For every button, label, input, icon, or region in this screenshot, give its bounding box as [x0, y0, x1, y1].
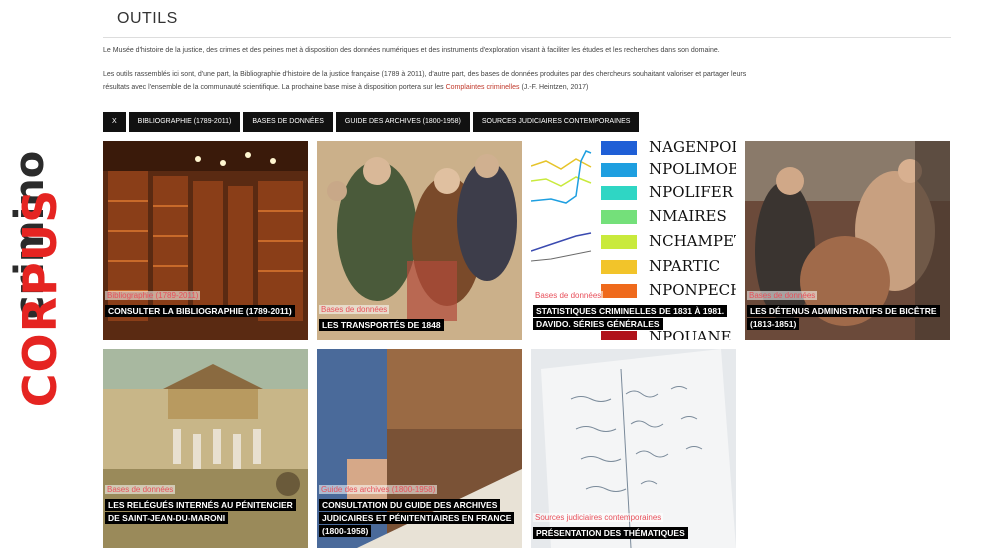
intro-paragraph-2: Les outils rassemblés ici sont, d'une pa…	[103, 68, 951, 94]
filter-sources-button[interactable]: SOURCES JUDICIAIRES CONTEMPORAINES	[472, 112, 640, 132]
tool-card-guide[interactable]: Guide des archives (1800-1958) CONSULTAT…	[317, 349, 522, 548]
filter-bases-button[interactable]: BASES DE DONNÉES	[243, 112, 333, 132]
legend-row: NCHAMPET	[601, 232, 736, 251]
card-category: Bases de données	[747, 291, 818, 300]
legend-label: NCHAMPET	[649, 232, 736, 250]
legend-swatch	[601, 210, 637, 224]
legend-label: NMAIRES	[649, 207, 727, 225]
intro-text-1: Le Musée d'histoire de la justice, des c…	[103, 47, 720, 54]
legend-row: NAGENPOL	[601, 141, 736, 157]
legend-label: NPARTIC	[649, 257, 721, 275]
card-title: LES RELÉGUÉS INTERNÉS AU PÉNITENCIER DE …	[105, 499, 300, 525]
legend-swatch	[601, 331, 637, 340]
card-title: CONSULTATION DU GUIDE DES ARCHIVES JUDIC…	[319, 499, 515, 538]
legend-swatch	[601, 284, 637, 298]
card-title: STATISTIQUES CRIMINELLES DE 1831 À 1981.…	[533, 305, 728, 331]
legend-label: NPOLIFER	[649, 183, 734, 201]
legend-row: NMAIRES	[601, 207, 736, 226]
legend-row: NPOLIFER	[601, 183, 736, 202]
filter-guide-button[interactable]: GUIDE DES ARCHIVES (1800-1958)	[335, 112, 470, 132]
tool-card-bicetre[interactable]: Bases de données LES DÉTENUS ADMINISTRAT…	[745, 141, 950, 340]
legend-swatch	[601, 235, 637, 249]
intro-text-2-pre: résultats avec l'ensemble de la communau…	[103, 84, 444, 91]
tool-card-transportes[interactable]: Bases de données LES TRANSPORTÉS DE 1848	[317, 141, 522, 340]
filter-bibliographie-button[interactable]: BIBLIOGRAPHIE (1789-2011)	[128, 112, 241, 132]
card-category: Bibliographie (1789-2011)	[105, 291, 201, 300]
intro-text-2-line2: résultats avec l'ensemble de la communau…	[103, 81, 951, 94]
card-title: LES TRANSPORTÉS DE 1848	[319, 319, 514, 332]
legend-swatch	[601, 260, 637, 274]
tool-card-relegues[interactable]: Bases de données LES RELÉGUÉS INTERNÉS A…	[103, 349, 308, 548]
filter-clear-button[interactable]: X	[103, 112, 126, 132]
card-category: Guide des archives (1800-1958)	[319, 485, 438, 494]
title-divider	[103, 37, 951, 38]
card-title: CONSULTER LA BIBLIOGRAPHIE (1789-2011)	[105, 305, 300, 318]
tool-card-statistiques[interactable]: NAGENPOL NPOLIMOB NPOLIFER NMAIRES NCHAM…	[531, 141, 736, 340]
legend-label: NAGENPOL	[649, 141, 736, 156]
legend-row: NPOLIMOB	[601, 160, 736, 179]
card-category: Bases de données	[533, 291, 604, 300]
card-title: PRÉSENTATION DES THÉMATIQUES	[533, 527, 728, 540]
page-title: OUTILS	[117, 10, 178, 27]
legend-row: NPONPECH	[601, 281, 736, 300]
legend-swatch	[601, 186, 637, 200]
intro-text-2-post: (J.-F. Heintzen, 2017)	[521, 84, 589, 91]
legend-label: NPONPECH	[649, 281, 736, 299]
legend-swatch	[601, 163, 637, 177]
legend-label: NPOLIMOB	[649, 160, 736, 178]
card-title: LES DÉTENUS ADMINISTRATIFS DE BICÊTRE (1…	[747, 305, 942, 331]
side-brand-logo: crimino CORPUS	[0, 150, 80, 440]
legend-row: NPARTIC	[601, 257, 736, 276]
card-category: Sources judiciaires contemporaines	[533, 513, 664, 522]
legend-swatch	[601, 141, 637, 155]
intro-paragraph-1: Le Musée d'histoire de la justice, des c…	[103, 44, 951, 57]
filter-bar: X BIBLIOGRAPHIE (1789-2011) BASES DE DON…	[103, 112, 640, 132]
tool-card-sources[interactable]: Sources judiciaires contemporaines PRÉSE…	[531, 349, 736, 548]
card-category: Bases de données	[105, 485, 176, 494]
intro-text-2-line1: Les outils rassemblés ici sont, d'une pa…	[103, 71, 747, 78]
brand-corpus-text: CORPUS	[13, 188, 67, 408]
tool-card-bibliographie[interactable]: Bibliographie (1789-2011) CONSULTER LA B…	[103, 141, 308, 340]
card-category: Bases de données	[319, 305, 390, 314]
complaintes-link[interactable]: Complaintes criminelles	[446, 84, 520, 91]
